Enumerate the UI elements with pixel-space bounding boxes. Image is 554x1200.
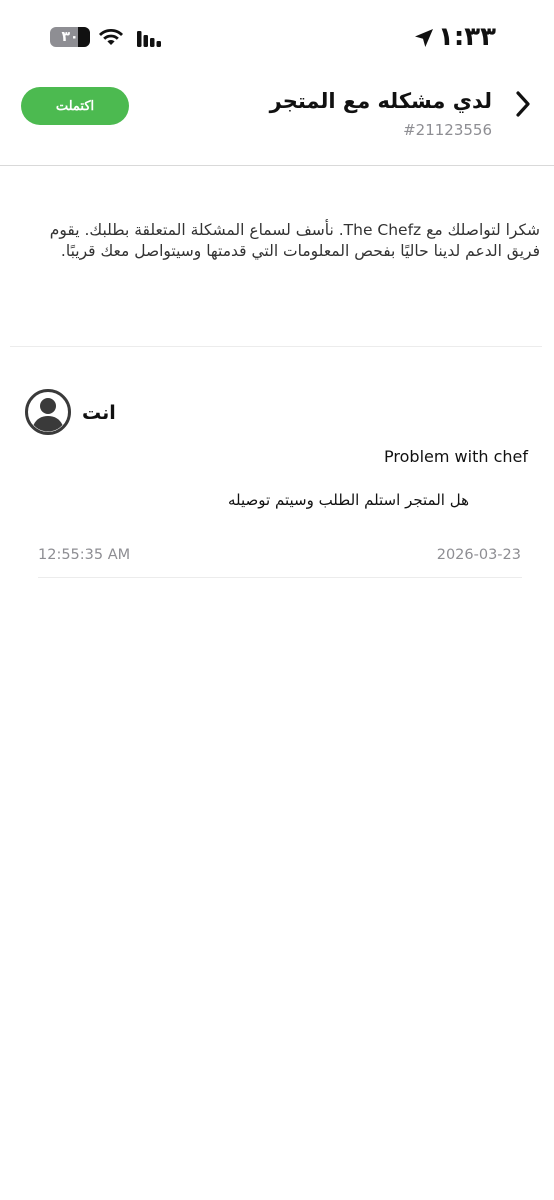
message-date: 2026-03-23 [436,547,521,563]
intro-message: شكرا لتواصلك مع The Chefz. نأسف لسماع ال… [49,221,540,260]
location-arrow-icon [415,29,433,47]
status-badge[interactable]: اكتملت [21,87,129,125]
status-time: ١:٣٣ [438,22,497,52]
battery-icon: ٣٠ [50,27,90,47]
battery-level-text: ٣٠ [61,29,79,45]
chevron-right-icon[interactable] [514,90,532,118]
cellular-signal-icon [137,31,161,47]
avatar-icon [25,389,71,435]
ticket-header: اكتملت لدي مشكله مع المتجر #21123556 [0,76,554,166]
page-title: لدي مشكله مع المتجر [269,89,492,113]
message-subject: Problem with chef [384,447,528,466]
message-body: هل المتجر استلم الطلب وسيتم توصيله [228,491,469,509]
divider [10,346,542,347]
divider [38,577,522,578]
message-time: 12:55:35 AM [38,547,131,563]
status-bar: ٣٠ ١:٣٣ [0,0,554,76]
sender-name: انت [82,402,116,424]
wifi-icon [99,29,123,45]
ticket-number: #21123556 [403,121,492,139]
